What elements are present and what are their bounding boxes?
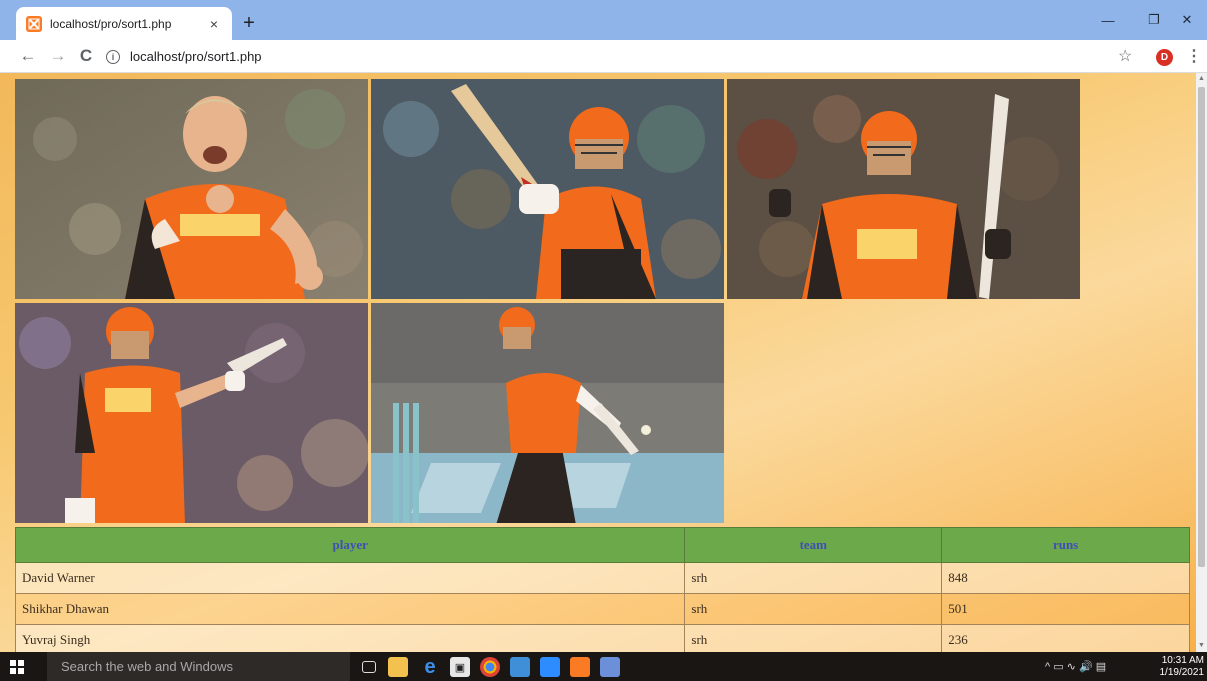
- scroll-down-arrow-icon[interactable]: ▼: [1196, 640, 1207, 652]
- column-header-runs: runs: [941, 527, 1190, 563]
- close-tab-icon[interactable]: ×: [206, 16, 222, 32]
- app-icon[interactable]: [510, 657, 530, 677]
- cell-runs: 501: [941, 593, 1190, 625]
- chrome-icon[interactable]: [480, 657, 500, 677]
- page-viewport: player team runs David Warner srh 848 Sh…: [0, 73, 1207, 652]
- scroll-up-arrow-icon[interactable]: ▲: [1196, 73, 1207, 85]
- forward-arrow-icon[interactable]: →: [46, 44, 70, 68]
- windows-taskbar: Search the web and Windows e ▣ ^ ▭ ∿ 🔊 ▤…: [0, 652, 1207, 681]
- xampp-favicon-icon: [26, 15, 42, 32]
- column-header-team: team: [684, 527, 943, 563]
- url-text[interactable]: localhost/pro/sort1.php: [130, 49, 262, 64]
- clock-date: 1/19/2021: [1159, 667, 1205, 678]
- cell-team: srh: [684, 562, 943, 594]
- edge-browser-icon[interactable]: e: [420, 656, 440, 678]
- column-header-player: player: [14, 527, 686, 563]
- cell-runs: 848: [941, 562, 1190, 594]
- info-icon[interactable]: i: [106, 49, 120, 64]
- scroll-thumb[interactable]: [1198, 87, 1205, 567]
- tab-active[interactable]: localhost/pro/sort1.php ×: [16, 7, 232, 40]
- zoom-icon[interactable]: [540, 657, 560, 677]
- file-explorer-icon[interactable]: [388, 657, 408, 677]
- cell-runs: 236: [941, 624, 1190, 652]
- store-icon[interactable]: ▣: [450, 657, 470, 677]
- new-tab-button[interactable]: +: [236, 10, 262, 36]
- cell-player: David Warner: [14, 562, 686, 594]
- player-photo-4: [15, 303, 368, 523]
- reload-icon[interactable]: C: [74, 44, 98, 68]
- cell-team: srh: [684, 593, 943, 625]
- table-header-row: player team runs: [14, 527, 1190, 563]
- clock-time: 10:31 AM: [1161, 655, 1204, 666]
- taskbar-clock[interactable]: 10:31 AM 1/19/2021: [1152, 655, 1205, 679]
- table-row: Shikhar Dhawan srh 501: [14, 593, 1190, 625]
- tab-strip: localhost/pro/sort1.php × + — ❐ ✕: [0, 0, 1207, 40]
- player-photo-1: [15, 79, 368, 299]
- cell-player: Shikhar Dhawan: [14, 593, 686, 625]
- minimize-button[interactable]: —: [1085, 6, 1131, 34]
- table-row: Yuvraj Singh srh 236: [14, 624, 1190, 652]
- taskbar-search-box[interactable]: Search the web and Windows: [47, 652, 350, 681]
- task-view-icon[interactable]: [362, 661, 376, 673]
- player-gallery: [15, 79, 1085, 525]
- browser-toolbar: ← → C i localhost/pro/sort1.php ☆ D ⋮: [0, 40, 1207, 73]
- table-row: David Warner srh 848: [14, 562, 1190, 594]
- player-photo-5: [371, 303, 724, 523]
- tab-title: localhost/pro/sort1.php: [50, 16, 172, 31]
- cell-player: Yuvraj Singh: [14, 624, 686, 652]
- system-tray-icons[interactable]: ^ ▭ ∿ 🔊 ▤: [1045, 660, 1106, 673]
- cell-team: srh: [684, 624, 943, 652]
- bookmark-star-icon[interactable]: ☆: [1118, 46, 1132, 66]
- close-window-button[interactable]: ✕: [1164, 6, 1207, 34]
- windows-start-icon[interactable]: [10, 660, 24, 674]
- notepad-icon[interactable]: [600, 657, 620, 677]
- address-bar[interactable]: i localhost/pro/sort1.php: [106, 45, 1136, 68]
- runs-table: player team runs David Warner srh 848 Sh…: [14, 527, 1190, 652]
- player-photo-3: [727, 79, 1080, 299]
- back-arrow-icon[interactable]: ←: [16, 44, 40, 68]
- vertical-scrollbar[interactable]: ▲ ▼: [1196, 73, 1207, 652]
- xampp-icon[interactable]: [570, 657, 590, 677]
- profile-avatar[interactable]: D: [1156, 49, 1173, 66]
- menu-dots-icon[interactable]: ⋮: [1186, 46, 1202, 66]
- player-photo-2: [371, 79, 724, 299]
